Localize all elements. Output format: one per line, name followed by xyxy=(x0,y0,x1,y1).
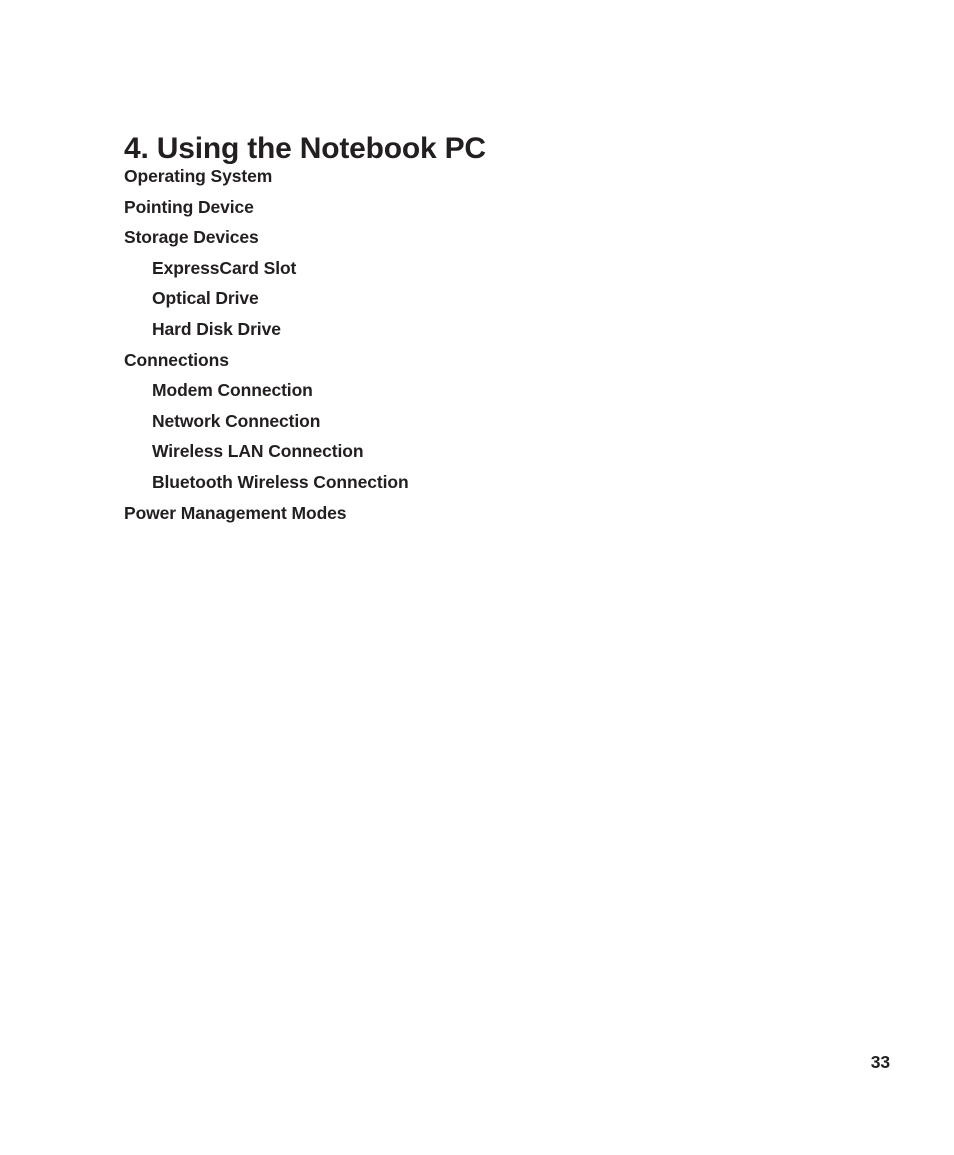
toc-item[interactable]: Connections xyxy=(124,345,824,376)
toc-item[interactable]: Network Connection xyxy=(124,406,824,437)
toc-item[interactable]: Hard Disk Drive xyxy=(124,314,824,345)
toc-item[interactable]: ExpressCard Slot xyxy=(124,253,824,284)
table-of-contents: Operating System Pointing Device Storage D… xyxy=(124,161,824,528)
toc-item[interactable]: Wireless LAN Connection xyxy=(124,436,824,467)
toc-item[interactable]: Modem Connection xyxy=(124,375,824,406)
toc-item[interactable]: Storage Devices xyxy=(124,222,824,253)
toc-item[interactable]: Operating System xyxy=(124,161,824,192)
toc-item[interactable]: Power Management Modes xyxy=(124,498,824,529)
page-number: 33 xyxy=(870,1052,890,1072)
toc-item[interactable]: Pointing Device xyxy=(124,192,824,223)
toc-item[interactable]: Bluetooth Wireless Connection xyxy=(124,467,824,498)
toc-item[interactable]: Optical Drive xyxy=(124,283,824,314)
document-page: 4. Using the Notebook PC Operating Syste… xyxy=(0,0,954,1155)
